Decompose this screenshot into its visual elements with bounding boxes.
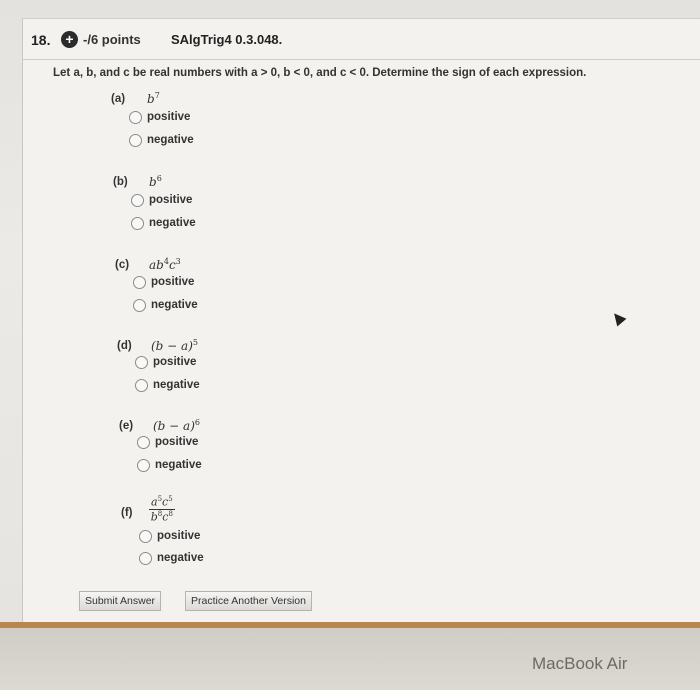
part-c-positive-label: positive: [151, 276, 195, 288]
part-f-negative-radio[interactable]: [139, 552, 152, 565]
part-e-negative-radio[interactable]: [137, 459, 150, 472]
question-card: 18. + -/6 points SAlgTrig4 0.3.048. Let …: [22, 18, 700, 623]
practice-another-version-button[interactable]: Practice Another Version: [185, 591, 312, 611]
points-label: -/6 points: [83, 32, 141, 47]
part-a-expression: b7: [147, 91, 160, 106]
part-e-negative-label: negative: [155, 459, 202, 471]
part-c-negative-label: negative: [151, 299, 198, 311]
instructions: Let a, b, and c be real numbers with a >…: [53, 67, 587, 79]
part-c-positive-radio[interactable]: [133, 276, 146, 289]
part-b-positive-radio[interactable]: [131, 194, 144, 207]
part-d-positive-radio[interactable]: [135, 356, 148, 369]
part-b-negative-label: negative: [149, 217, 196, 229]
part-f-positive-radio[interactable]: [139, 530, 152, 543]
part-a-label: (a): [111, 93, 126, 105]
part-b-negative-radio[interactable]: [131, 217, 144, 230]
part-d-positive-label: positive: [153, 356, 197, 368]
part-b-label: (b): [113, 176, 128, 188]
part-d-label: (d): [117, 340, 132, 352]
question-code: SAlgTrig4 0.3.048.: [171, 32, 283, 47]
part-f-negative-label: negative: [157, 552, 204, 564]
part-e-positive-label: positive: [155, 436, 199, 448]
part-d-expression: (b − a)5: [151, 338, 198, 353]
part-b-positive-label: positive: [149, 194, 193, 206]
part-d-negative-radio[interactable]: [135, 379, 148, 392]
part-a-negative-radio[interactable]: [129, 134, 142, 147]
part-f-label: (f): [121, 507, 133, 519]
part-f-positive-label: positive: [157, 530, 201, 542]
device-brand-label: MacBook Air: [532, 654, 628, 673]
part-f-fraction: a5c5 b8c8: [149, 495, 175, 524]
submit-answer-button[interactable]: Submit Answer: [79, 591, 162, 611]
question-number: 18.: [31, 32, 51, 48]
part-e-positive-radio[interactable]: [137, 436, 150, 449]
part-d-negative-label: negative: [153, 379, 200, 391]
part-b-expression: b6: [149, 174, 162, 189]
bezel-edge: [0, 622, 700, 628]
part-c-negative-radio[interactable]: [133, 299, 146, 312]
screen: 18. + -/6 points SAlgTrig4 0.3.048. Let …: [0, 0, 700, 623]
expand-plus-icon[interactable]: +: [61, 31, 78, 48]
question-header: 18. + -/6 points SAlgTrig4 0.3.048.: [23, 19, 700, 60]
part-e-label: (e): [119, 420, 134, 432]
part-a-positive-label: positive: [147, 111, 191, 123]
part-c-expression: ab4c3: [149, 257, 181, 272]
part-a-negative-label: negative: [147, 134, 194, 146]
part-a-positive-radio[interactable]: [129, 111, 142, 124]
part-e-expression: (b − a)6: [153, 418, 200, 433]
part-c-label: (c): [115, 259, 130, 271]
